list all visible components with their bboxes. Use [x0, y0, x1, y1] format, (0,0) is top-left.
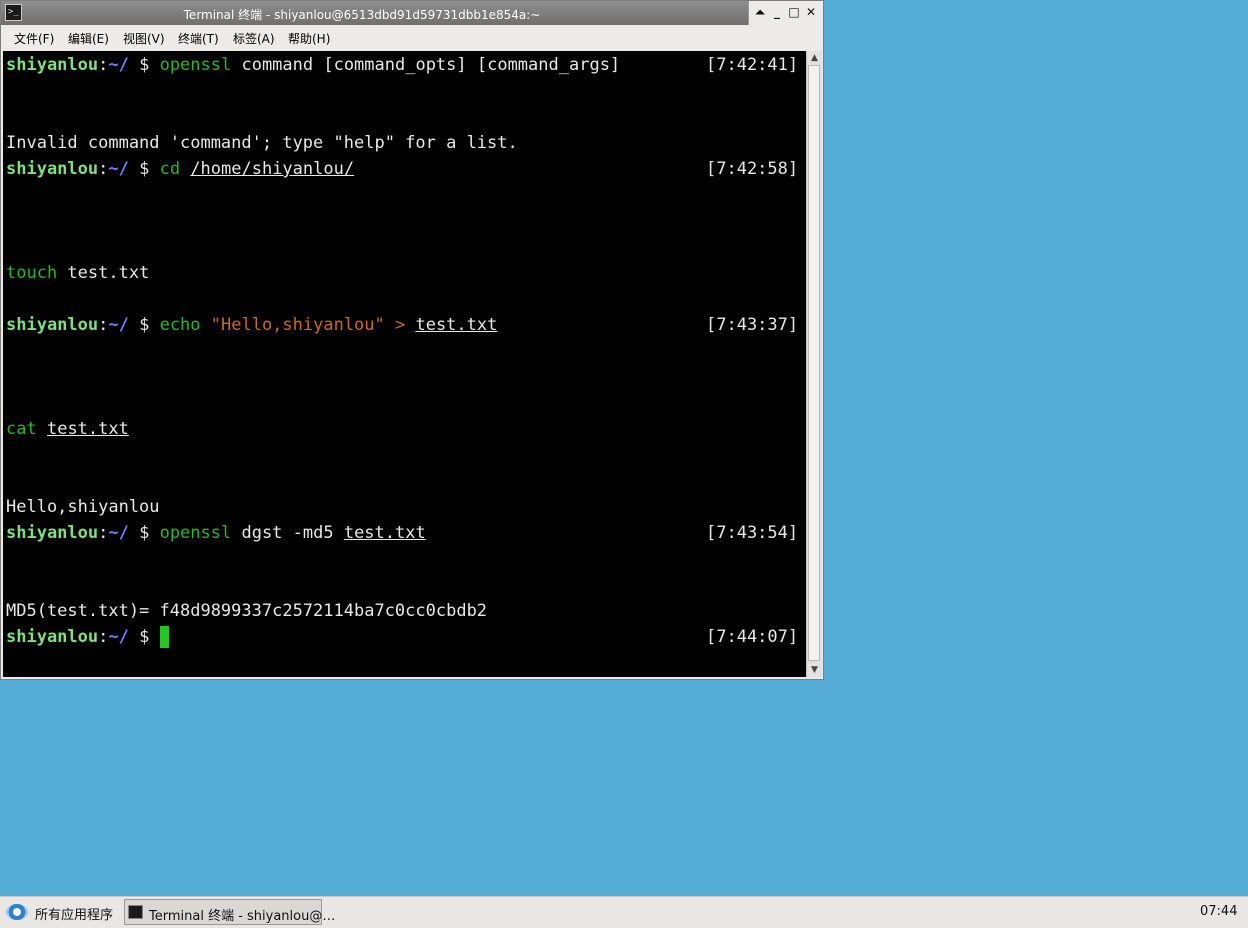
prompt-line: shiyanlou:~/ $ openssl command [command_…: [6, 52, 620, 78]
shade-button[interactable]: ⏶: [752, 4, 768, 20]
prompt-dollar: $: [128, 627, 160, 647]
taskbar: 所有应用程序 Terminal 终端 - shiyanlou@… 07:44: [0, 896, 1248, 928]
timestamp: [7:43:54]: [706, 523, 799, 543]
command-path-arg: test.txt: [46, 419, 129, 439]
scroll-thumb[interactable]: [808, 65, 820, 661]
menu-edit[interactable]: 编辑(E): [68, 30, 109, 47]
prompt-user: shiyanlou: [6, 55, 99, 75]
menu-terminal[interactable]: 终端(T): [178, 30, 219, 47]
scroll-down-arrow-icon[interactable]: ▼: [807, 663, 822, 677]
maximize-button[interactable]: □: [786, 4, 802, 20]
timestamp: [7:44:07]: [706, 627, 799, 647]
prompt-path: ~/: [108, 523, 129, 543]
close-button[interactable]: ✕: [803, 4, 819, 20]
prompt-user: shiyanlou: [6, 159, 99, 179]
prompt-user: shiyanlou: [6, 627, 99, 647]
command-name: echo: [159, 315, 201, 335]
timestamp: [7:43:37]: [706, 315, 799, 335]
scroll-up-arrow-icon[interactable]: ▲: [807, 51, 822, 65]
prompt-line: shiyanlou:~/ $ cd /home/shiyanlou/: [6, 156, 354, 182]
prompt-dollar: $: [128, 55, 160, 75]
command-args: dgst -md5: [231, 523, 344, 543]
prompt-colon: :: [98, 523, 109, 543]
command-echo-line: touch test.txt: [6, 260, 149, 286]
command-string-arg: "Hello,shiyanlou" >: [200, 315, 416, 335]
terminal-task-icon: [128, 905, 143, 919]
vertical-scrollbar[interactable]: ▲ ▼: [806, 51, 822, 677]
terminal-output[interactable]: shiyanlou:~/ $ openssl command [command_…: [3, 51, 806, 677]
menu-tabs[interactable]: 标签(A): [233, 30, 275, 47]
text-cursor: [159, 626, 169, 648]
prompt-path: ~/: [108, 159, 129, 179]
prompt-dollar: $: [128, 523, 160, 543]
applications-menu-label: 所有应用程序: [35, 908, 114, 923]
prompt-line: shiyanlou:~/ $ echo "Hello,shiyanlou" > …: [6, 312, 497, 338]
prompt-path: ~/: [108, 315, 129, 335]
menu-file[interactable]: 文件(F): [14, 30, 54, 47]
prompt-path: ~/: [108, 627, 129, 647]
output-line: Hello,shiyanlou: [6, 497, 160, 517]
prompt-line: shiyanlou:~/ $: [6, 624, 169, 650]
minimize-button[interactable]: _: [769, 4, 785, 20]
command-path-arg: test.txt: [415, 315, 498, 335]
terminal-window[interactable]: >_ Terminal 终端 - shiyanlou@6513dbd91d597…: [0, 0, 824, 680]
output-line: Invalid command 'command'; type "help" f…: [6, 133, 518, 153]
command-name: cat: [6, 419, 37, 439]
window-controls: ⏶ _ □ ✕: [748, 1, 823, 25]
prompt-line: shiyanlou:~/ $ openssl dgst -md5 test.tx…: [6, 520, 426, 546]
menu-bar: 文件(F) 编辑(E) 视图(V) 终端(T) 标签(A) 帮助(H): [1, 25, 823, 49]
command-name: openssl: [159, 55, 232, 75]
timestamp: [7:42:41]: [706, 55, 799, 75]
window-title: Terminal 终端 - shiyanlou@6513dbd91d59731d…: [183, 8, 541, 22]
task-label: Terminal 终端 - shiyanlou@…: [149, 909, 336, 924]
command-args: command [command_opts] [command_args]: [231, 55, 621, 75]
command-name: cd: [159, 159, 181, 179]
applications-icon: [6, 904, 28, 920]
command-name: openssl: [159, 523, 232, 543]
prompt-colon: :: [98, 315, 109, 335]
command-echo-line: cat test.txt: [6, 416, 129, 442]
command-path-arg: test.txt: [343, 523, 426, 543]
prompt-colon: :: [98, 55, 109, 75]
menu-view[interactable]: 视图(V): [123, 30, 165, 47]
prompt-path: ~/: [108, 55, 129, 75]
timestamp: [7:42:58]: [706, 159, 799, 179]
command-path-arg: /home/shiyanlou/: [190, 159, 355, 179]
prompt-dollar: $: [128, 159, 160, 179]
taskbar-terminal-task[interactable]: Terminal 终端 - shiyanlou@…: [124, 899, 335, 925]
prompt-colon: :: [98, 159, 109, 179]
command-args: test.txt: [57, 263, 150, 283]
menu-help[interactable]: 帮助(H): [288, 30, 330, 47]
output-line: MD5(test.txt)= f48d9899337c2572114ba7c0c…: [6, 601, 488, 621]
clock[interactable]: 07:44: [1200, 904, 1237, 919]
command-name: touch: [6, 263, 58, 283]
prompt-dollar: $: [128, 315, 160, 335]
prompt-user: shiyanlou: [6, 315, 99, 335]
prompt-colon: :: [98, 627, 109, 647]
title-bar[interactable]: >_ Terminal 终端 - shiyanlou@6513dbd91d597…: [1, 1, 823, 25]
prompt-user: shiyanlou: [6, 523, 99, 543]
